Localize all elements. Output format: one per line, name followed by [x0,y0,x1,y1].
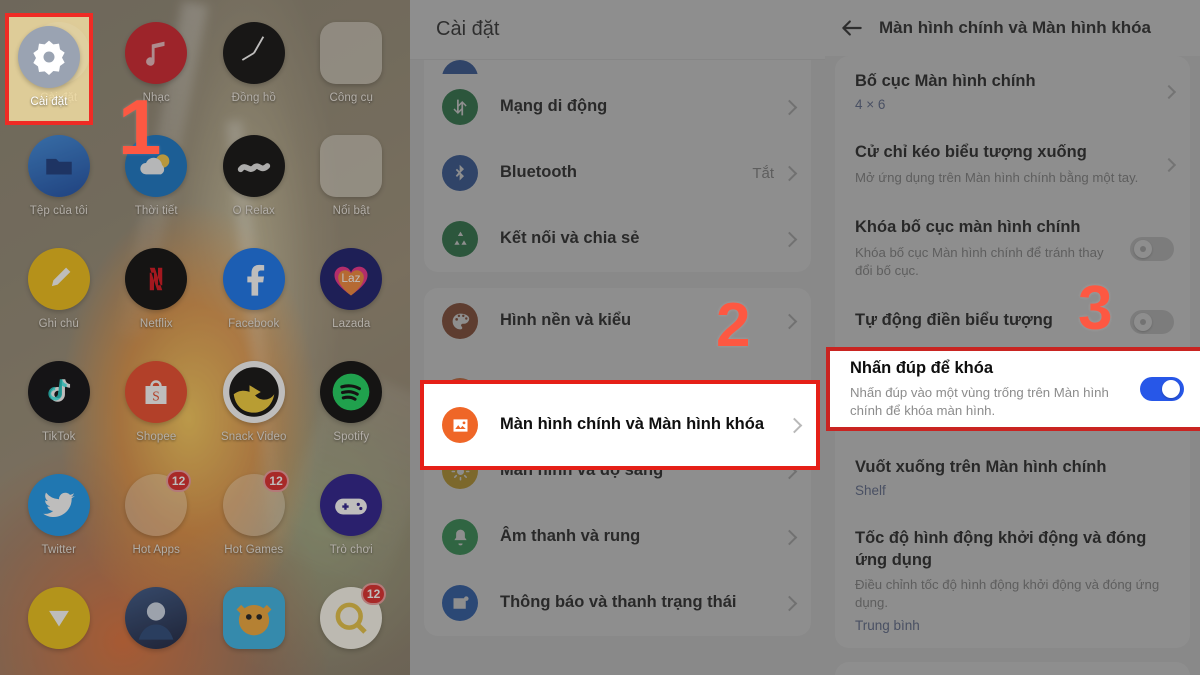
cut-off-icon [442,60,478,74]
step-marker-1: 1 [118,83,162,171]
detail-row-control[interactable] [1120,309,1174,334]
settings-row-label: Thông báo và thanh trạng thái [500,593,737,612]
detail-row-auto-fill-icons[interactable]: Tự động điền biểu tượng [835,295,1190,349]
toggle-switch-off[interactable] [1130,236,1174,261]
settings-title: Cài đặt [436,18,500,40]
settings-group-network: Mạng di động Bluetooth Tắt Kết nối và ch… [424,60,811,272]
settings-row-bluetooth[interactable]: Bluetooth Tắt [424,140,811,206]
arrow-left-icon[interactable] [839,15,865,41]
settings-row-sound-vibration[interactable]: Âm thanh và rung [424,504,811,570]
highlight-detail-row-content[interactable]: Nhấn đúp để khóa Nhấn đúp vào một vùng t… [830,351,1200,427]
settings-row-connection-share[interactable]: Kết nối và chia sẻ [424,206,811,272]
toggle-knob [1162,380,1180,398]
home-lock-screen-detail-panel: Màn hình chính và Màn hình khóa Bố cục M… [825,0,1200,675]
highlight-settings-app-content[interactable]: Cài đặt [5,13,93,125]
detail-row-control[interactable] [1154,157,1177,172]
chevron-right-icon [781,165,798,181]
detail-row-value: Shelf [855,483,886,499]
settings-row-value: Tắt [752,164,774,182]
settings-row-label: Kết nối và chia sẻ [500,229,640,248]
highlight-app-label: Cài đặt [30,96,68,108]
detail-group-next-cut-off [835,661,1190,675]
toggle-knob [1134,239,1152,258]
detail-row-value: 4 × 6 [855,97,886,113]
detail-row-animation-speed[interactable]: Tốc độ hình động khởi động và đóng ứng d… [835,513,1190,647]
settings-appbar: Cài đặt [410,0,825,60]
detail-row-title: Tốc độ hình động khởi động và đóng ứng d… [855,529,1147,569]
detail-row-pull-down-gesture[interactable]: Cử chỉ kéo biểu tượng xuống Mở ứng dụng … [835,127,1190,202]
chevron-right-icon [1161,157,1177,172]
highlight-detail-row-title: Nhấn đúp để khóa [850,358,994,377]
bluetooth-icon [442,155,478,191]
settings-list-panel: Cài đặt Mạng di động Bluetooth Tắt Kết n… [410,0,825,675]
settings-row-label: Mạng di động [500,97,608,116]
settings-row-wallpaper-style[interactable]: Hình nền và kiểu [424,288,811,354]
chevron-right-icon [781,595,798,611]
wallpaper-style-icon [442,303,478,339]
settings-row-notification-statusbar[interactable]: Thông báo và thanh trạng thái [424,570,811,636]
detail-row-title: Cử chỉ kéo biểu tượng xuống [855,143,1087,162]
chevron-right-icon [1161,84,1177,99]
toggle-switch-on[interactable] [1140,377,1184,401]
highlight-settings-row-label: Màn hình chính và Màn hình khóa [500,415,765,434]
settings-scroll-area[interactable]: Mạng di động Bluetooth Tắt Kết nối và ch… [410,60,825,636]
settings-row-label: Bluetooth [500,163,577,182]
detail-row-subtitle: Điều chỉnh tốc độ hình động khởi động và… [855,577,1160,611]
detail-appbar: Màn hình chính và Màn hình khóa [825,0,1200,56]
step-marker-3: 3 [1078,274,1113,343]
toggle-switch-off[interactable] [1130,309,1174,334]
detail-row-lock-home-layout[interactable]: Khóa bố cục màn hình chính Khóa bố cục M… [835,202,1190,295]
detail-row-title: Bố cục Màn hình chính [855,72,1036,90]
highlight-settings-row-content[interactable]: Màn hình chính và Màn hình khóa [424,384,816,466]
connection-share-icon [442,221,478,257]
cut-off-row [424,60,811,74]
highlight-detail-row-subtitle: Nhấn đúp vào một vùng trống trên Màn hìn… [850,385,1109,419]
chevron-right-icon [781,529,798,545]
settings-row-mobile-network[interactable]: Mạng di động [424,74,811,140]
sound-vibration-icon [442,519,478,555]
detail-row-control[interactable] [1154,84,1177,99]
detail-row-swipe-down-home[interactable]: Vuốt xuống trên Màn hình chính Shelf [835,442,1190,513]
home-lock-screen-icon [442,407,478,443]
chevron-right-icon [786,417,803,433]
detail-row-control[interactable] [1120,236,1174,261]
detail-row-title: Khóa bố cục màn hình chính [855,218,1081,237]
detail-page-title: Màn hình chính và Màn hình khóa [879,18,1152,37]
gear-icon [18,26,80,88]
notification-statusbar-icon [442,585,478,621]
detail-row-value: Trung bình [855,617,920,633]
chevron-right-icon [781,313,798,329]
step-marker-2: 2 [716,291,751,360]
detail-row-subtitle: Mở ứng dụng trên Màn hình chính bằng một… [855,169,1139,185]
settings-row-label: Âm thanh và rung [500,527,641,546]
highlight-detail-row-control[interactable] [1130,377,1184,401]
chevron-right-icon [781,99,798,115]
detail-row-title: Vuốt xuống trên Màn hình chính [855,457,1107,476]
tutorial-screenshot: Cài đặt Nhạc Đồng hồ C [0,0,1200,675]
chevron-right-icon [781,231,798,247]
home-screen-panel: Cài đặt Nhạc Đồng hồ C [0,0,410,675]
toggle-knob [1134,312,1152,331]
mobile-network-icon [442,89,478,125]
detail-row-home-layout[interactable]: Bố cục Màn hình chính 4 × 6 [835,56,1190,127]
